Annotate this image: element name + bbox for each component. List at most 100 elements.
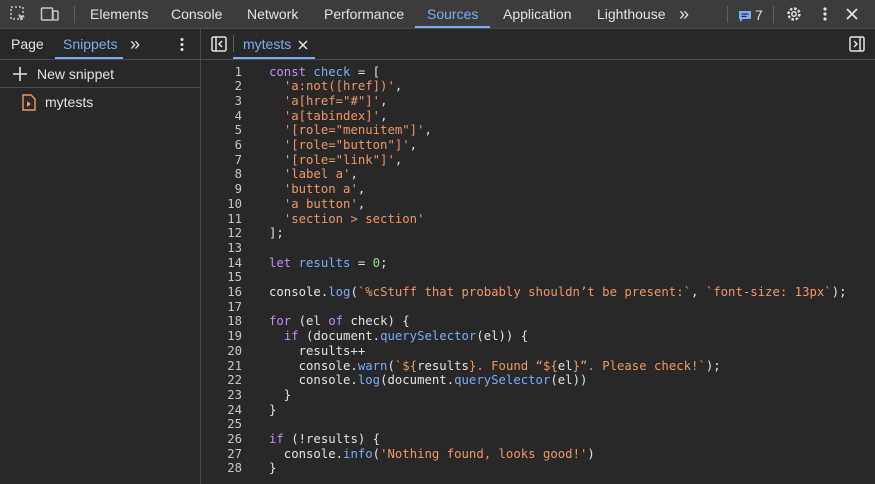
code-token: let [269, 255, 299, 270]
message-icon [739, 11, 751, 22]
toolbar-divider [727, 6, 728, 23]
snippet-item-mytests[interactable]: mytests [0, 90, 200, 114]
close-devtools-icon[interactable] [843, 5, 861, 23]
code-token: querySelector [380, 329, 477, 344]
line-number: 19 [227, 329, 242, 344]
navigator-tabs: Page Snippets » [0, 29, 200, 60]
line-number: 6 [234, 138, 242, 152]
code-token: , [409, 138, 418, 152]
line-number: 25 [227, 417, 242, 432]
code-token: 'a button' [283, 196, 358, 211]
line-number: 22 [227, 373, 242, 388]
code-token: `font-size: 13px` [705, 285, 832, 299]
code-token: querySelector [454, 373, 551, 388]
code-token: ) [587, 446, 595, 461]
inspect-element-icon[interactable] [9, 5, 27, 23]
settings-gear-icon[interactable] [785, 5, 803, 23]
toggle-debugger-icon[interactable] [848, 35, 866, 56]
issues-count: 7 [755, 7, 763, 23]
code-line: '[role="link"]', [269, 153, 402, 168]
more-options-icon[interactable] [816, 5, 834, 23]
line-number: 2 [234, 79, 242, 94]
line-number: 5 [234, 123, 242, 138]
code-token: '[role="button"]' [283, 138, 410, 152]
code-token: 'Nothing found, looks good!' [380, 446, 588, 461]
code-token: log [357, 373, 381, 388]
toggle-navigator-icon[interactable] [210, 35, 228, 56]
toolbar-divider [773, 6, 774, 23]
more-tabs-button[interactable]: » [679, 0, 689, 28]
code-token: console. [269, 358, 358, 373]
new-snippet-button[interactable]: New snippet [0, 60, 200, 88]
code-token: results [417, 358, 469, 373]
code-token: , [357, 196, 366, 211]
code-line: console.log(`%cStuff that probably shoul… [269, 285, 847, 300]
issues-badge[interactable]: 7 [738, 6, 763, 24]
code-line: } [269, 388, 291, 403]
code-token: info [343, 446, 373, 461]
code-token: for [269, 314, 292, 329]
code-token: , [357, 182, 366, 197]
tab-sources[interactable]: Sources [427, 0, 478, 28]
code-token: ]; [269, 226, 284, 241]
editor-tab-strip: mytests [201, 29, 875, 60]
tab-console[interactable]: Console [171, 0, 222, 28]
code-token: (el [291, 314, 329, 329]
code-token: check) { [343, 314, 410, 329]
navigator-more-tabs-button[interactable]: » [130, 29, 140, 59]
code-token: , [394, 152, 403, 167]
tab-application[interactable]: Application [503, 0, 572, 28]
code-token: 'a[href="#"]' [283, 93, 381, 108]
code-line: 'a button', [269, 197, 365, 212]
tab-elements[interactable]: Elements [90, 0, 148, 28]
line-number: 16 [227, 285, 242, 299]
devtools-toolbar: Elements Console Network Performance Sou… [0, 0, 875, 29]
code-line: 'label a', [269, 167, 358, 182]
tab-network[interactable]: Network [247, 0, 298, 28]
code-token: results [298, 255, 351, 270]
code-token: check [313, 64, 351, 79]
line-number: 18 [227, 314, 242, 329]
code-token: (el)) { [476, 329, 529, 344]
tab-performance[interactable]: Performance [324, 0, 404, 28]
code-token: ( [372, 446, 381, 461]
line-number: 28 [227, 461, 242, 476]
navigator-menu-icon[interactable] [173, 36, 191, 57]
code-token: ); [831, 285, 847, 299]
code-token: results++ [269, 343, 366, 358]
line-number: 23 [227, 387, 242, 402]
code-token: , [350, 167, 358, 182]
line-number: 20 [227, 343, 242, 358]
code-token: 'a:not([href])' [283, 79, 395, 94]
code-token: 'button a' [283, 182, 358, 197]
line-number: 13 [227, 240, 242, 255]
line-number: 15 [227, 270, 242, 285]
active-tab-indicator [233, 57, 315, 59]
code-token: ; [380, 255, 388, 270]
code-line: console.info('Nothing found, looks good!… [269, 447, 595, 462]
code-token: = [350, 255, 373, 270]
line-number: 27 [227, 446, 242, 461]
code-line: if (!results) { [269, 432, 380, 447]
code-line: console.log(document.querySelector(el)) [269, 373, 588, 388]
tab-lighthouse[interactable]: Lighthouse [597, 0, 666, 28]
code-token: , [691, 285, 706, 299]
editor-tab-mytests[interactable]: mytests [243, 29, 291, 59]
tab-snippets[interactable]: Snippets [63, 29, 117, 59]
line-number: 14 [227, 255, 242, 270]
code-line: } [269, 403, 276, 418]
code-token: console. [269, 373, 358, 388]
device-toolbar-icon[interactable] [40, 5, 59, 23]
close-tab-icon[interactable] [297, 38, 309, 54]
new-snippet-label: New snippet [37, 66, 115, 82]
line-number-gutter: 1 2 3 4 5 6 7 8 9 10 11 12 13 14 15 16 17 18 19 20 21 22 23 24 2… [201, 60, 261, 484]
code-editor[interactable]: 1 2 3 4 5 6 7 8 9 10 11 12 13 14 15 16 17 18 19 20 21 22 23 24 2… [201, 60, 875, 484]
snippet-file-icon [22, 94, 36, 114]
line-number: 7 [234, 152, 242, 167]
tab-page[interactable]: Page [11, 29, 44, 59]
code-line: 'a[tabindex]', [269, 109, 388, 124]
